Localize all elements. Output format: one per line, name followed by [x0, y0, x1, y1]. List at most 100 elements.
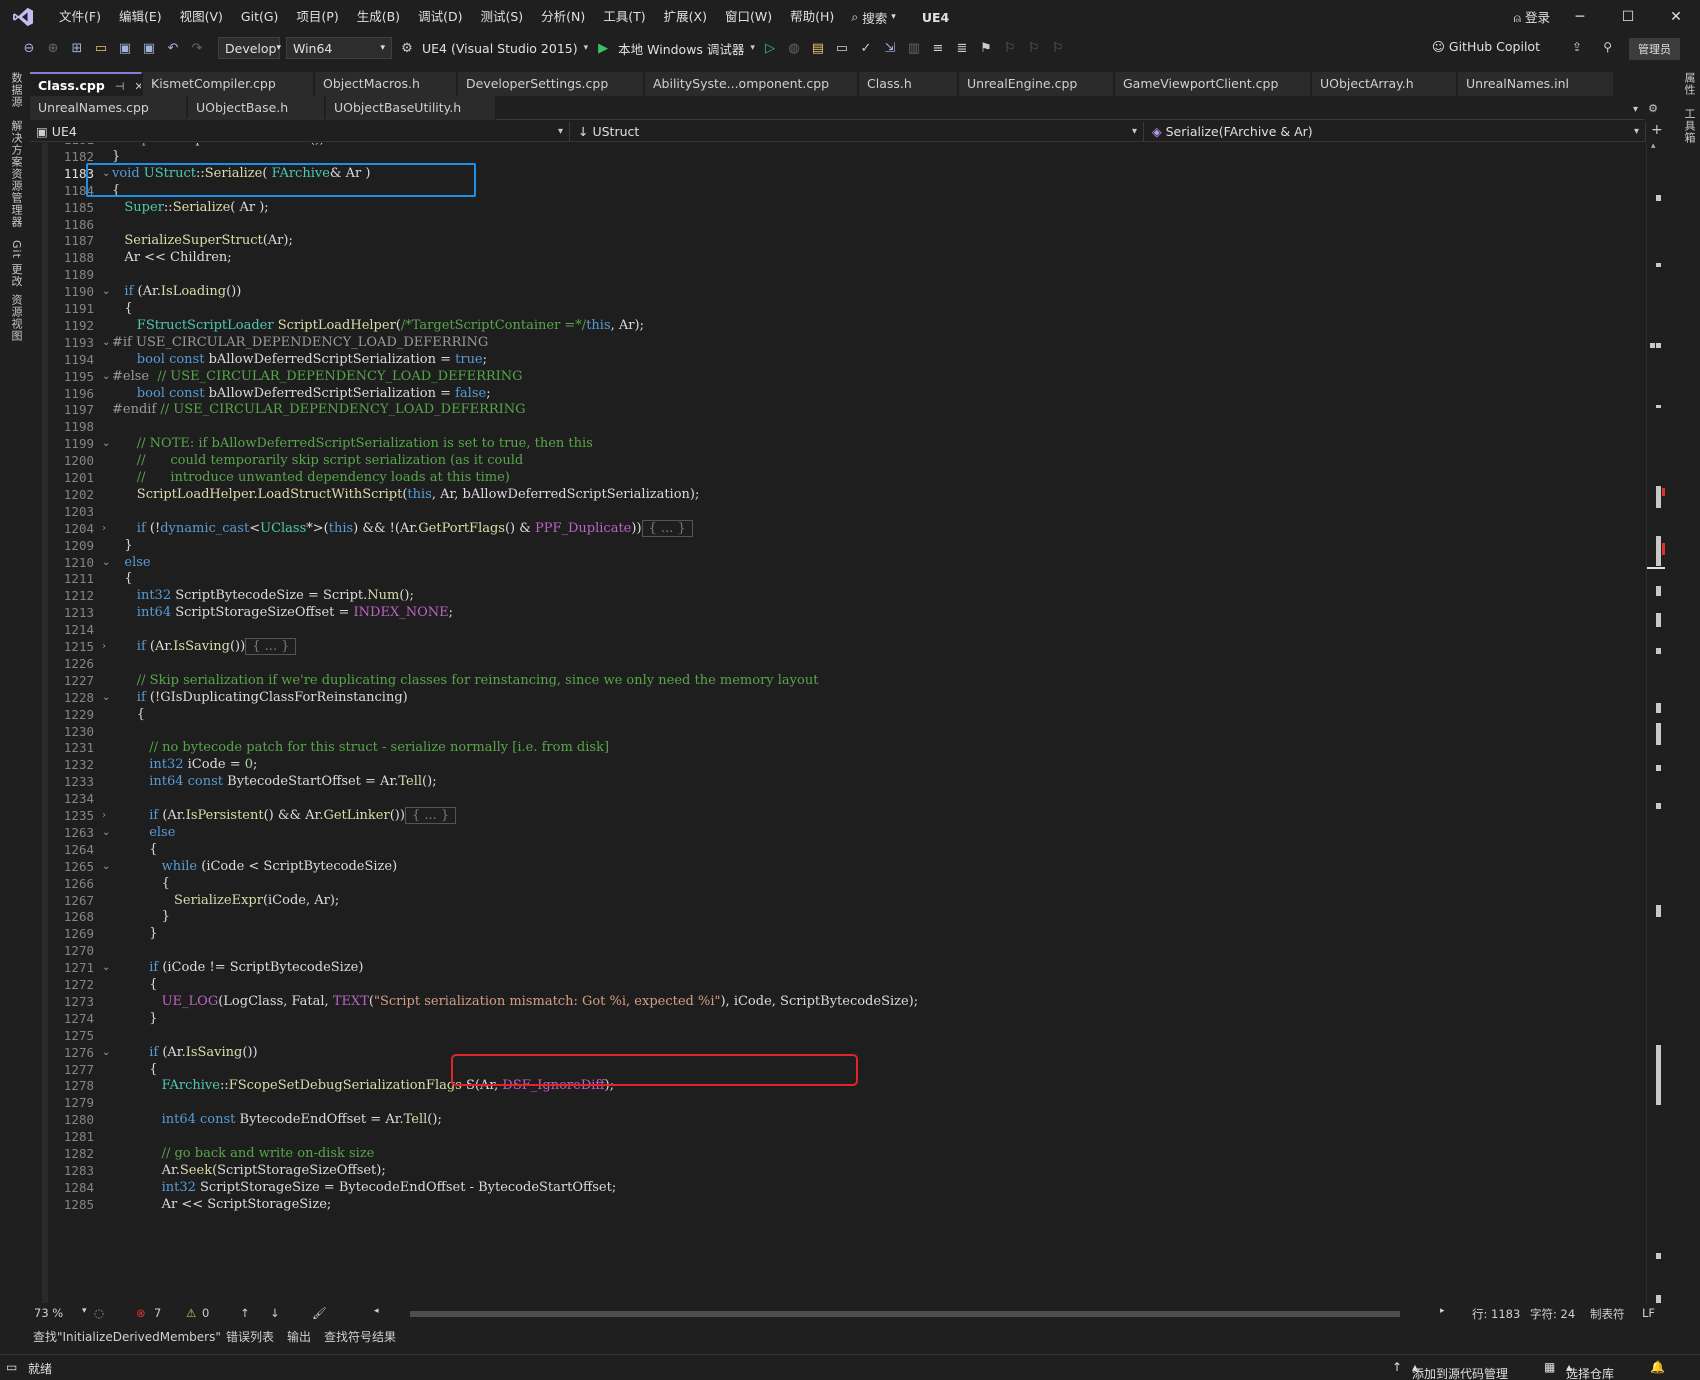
next-bookmark-icon[interactable]: ⚐: [1025, 39, 1043, 57]
datasource-tab[interactable]: 数据源: [8, 72, 24, 108]
tab-developersettings-cpp[interactable]: DeveloperSettings.cpp: [458, 72, 644, 96]
configuration-select[interactable]: Develop ▾: [218, 37, 281, 59]
close-window-button[interactable]: ✕: [1652, 0, 1700, 34]
code-line[interactable]: 1284 int32 ScriptStorageSize = BytecodeE…: [30, 1179, 1640, 1197]
fold-toggle-icon[interactable]: ⌄: [102, 368, 110, 386]
scroll-up-icon[interactable]: ▴: [1651, 141, 1656, 151]
tab-unrealnames-inl[interactable]: UnrealNames.inl: [1458, 72, 1614, 96]
fold-toggle-icon[interactable]: ›: [102, 638, 106, 656]
code-line[interactable]: 1281: [30, 1128, 1640, 1146]
collapsed-region[interactable]: { ... }: [641, 519, 693, 537]
tabs-indicator[interactable]: 制表符: [1590, 1306, 1625, 1322]
startup-project-select[interactable]: UE4 (Visual Studio 2015): [422, 41, 578, 56]
menu-item[interactable]: 扩展(X): [655, 0, 716, 34]
code-line[interactable]: 1196 bool const bAllowDeferredScriptSeri…: [30, 385, 1640, 403]
scroll-left-icon[interactable]: ◂: [374, 1306, 379, 1316]
code-line[interactable]: 1210 ⌄ else: [30, 554, 1640, 572]
menu-item[interactable]: 编辑(E): [110, 0, 171, 34]
eol-indicator[interactable]: LF: [1642, 1306, 1655, 1320]
code-line[interactable]: 1200 // could temporarily skip script se…: [30, 452, 1640, 470]
code-line[interactable]: 1197 #endif // USE_CIRCULAR_DEPENDENCY_LO…: [30, 401, 1640, 419]
menu-item[interactable]: 项目(P): [287, 0, 347, 34]
code-line[interactable]: 1201 // introduce unwanted dependency lo…: [30, 469, 1640, 487]
project-dropdown[interactable]: ▣ UE4 ▾: [30, 122, 570, 142]
code-line[interactable]: 1191 {: [30, 300, 1640, 318]
github-copilot-button[interactable]: ☺ GitHub Copilot: [1432, 39, 1540, 54]
line-indicator[interactable]: 行: 1183: [1472, 1306, 1520, 1322]
open-folder-icon[interactable]: ▭: [92, 39, 110, 57]
code-line[interactable]: 1267 SerializeExpr(iCode, Ar);: [30, 892, 1640, 910]
code-line[interactable]: 1204 › if (!dynamic_cast<UClass*>(this) &…: [30, 519, 1640, 538]
split-editor-icon[interactable]: +: [1651, 122, 1663, 138]
share-icon[interactable]: ⇪: [1572, 40, 1582, 54]
select-repository-button[interactable]: 选择仓库 ▴: [1566, 1360, 1614, 1380]
spell-check-icon[interactable]: ✓: [857, 39, 875, 57]
code-line[interactable]: 1235 › if (Ar.IsPersistent() && Ar.GetLin…: [30, 807, 1640, 825]
tab-find-symbol-results[interactable]: 查找符号结果: [324, 1328, 396, 1345]
properties-tab[interactable]: 属性: [1681, 72, 1697, 96]
code-line[interactable]: 1263 ⌄ else: [30, 824, 1640, 842]
menu-item[interactable]: 调试(D): [409, 0, 471, 34]
code-line[interactable]: 1185 Super::Serialize( Ar );: [30, 199, 1640, 217]
vertical-scrollbar[interactable]: ▴: [1646, 141, 1665, 1309]
tab-error-list[interactable]: 错误列表: [226, 1328, 274, 1345]
code-line[interactable]: 1272 {: [30, 976, 1640, 994]
menu-item[interactable]: 文件(F): [50, 0, 110, 34]
code-line[interactable]: 1266 {: [30, 875, 1640, 893]
code-line[interactable]: 1275: [30, 1027, 1640, 1045]
code-line[interactable]: 1194 bool const bAllowDeferredScriptSeri…: [30, 351, 1640, 369]
fold-toggle-icon[interactable]: ⌄: [102, 689, 110, 707]
layout-icon[interactable]: ▭: [833, 39, 851, 57]
code-line[interactable]: 1226: [30, 655, 1640, 673]
tab-unrealengine-cpp[interactable]: UnrealEngine.cpp: [959, 72, 1114, 96]
fold-toggle-icon[interactable]: ⌄: [102, 334, 110, 352]
new-item-icon[interactable]: ⊞: [68, 39, 86, 57]
toolbox-tab[interactable]: 工具箱: [1681, 108, 1697, 144]
fold-toggle-icon[interactable]: ⌄: [102, 283, 110, 301]
hot-reload-icon[interactable]: ◍: [785, 39, 803, 57]
code-line[interactable]: 1285 Ar << ScriptStorageSize;: [30, 1196, 1640, 1214]
code-line[interactable]: 1228 ⌄ if (!GIsDuplicatingClassForReinsta…: [30, 689, 1640, 707]
menu-item[interactable]: 窗口(W): [716, 0, 781, 34]
forward-icon[interactable]: ⊕: [44, 39, 62, 57]
menu-item[interactable]: 帮助(H): [781, 0, 843, 34]
code-line[interactable]: 1280 int64 const BytecodeEndOffset = Ar.…: [30, 1111, 1640, 1129]
fold-toggle-icon[interactable]: ⌄: [102, 858, 110, 876]
code-line[interactable]: 1269 }: [30, 925, 1640, 943]
code-editor[interactable]: 1181 Super::PrepareToEntireXXX();1182}11…: [30, 143, 1650, 1308]
fold-toggle-icon[interactable]: ⌄: [102, 959, 110, 977]
columns-icon[interactable]: ▥: [905, 39, 923, 57]
tab-uobjectarray-h[interactable]: UObjectArray.h: [1312, 72, 1457, 96]
outdent-icon[interactable]: ≣: [953, 39, 971, 57]
warning-icon[interactable]: ⚠: [186, 1306, 196, 1320]
intellicode-icon[interactable]: ◌: [94, 1306, 104, 1320]
menu-item[interactable]: Git(G): [232, 0, 288, 34]
code-line[interactable]: 1270: [30, 942, 1640, 960]
code-line[interactable]: 1227 // Skip serialization if we're dupl…: [30, 672, 1640, 690]
code-line[interactable]: 1230: [30, 723, 1640, 741]
code-line[interactable]: 1199 ⌄ // NOTE: if bAllowDeferredScriptSe…: [30, 435, 1640, 453]
solution-explorer-icon[interactable]: ▤: [809, 39, 827, 57]
fold-toggle-icon[interactable]: ›: [102, 807, 106, 825]
tab-kismetcompiler-cpp[interactable]: KismetCompiler.cpp: [143, 72, 314, 96]
code-line[interactable]: 1186: [30, 216, 1640, 234]
collapsed-region[interactable]: { ... }: [245, 638, 297, 655]
scope-dropdown[interactable]: ↓ UStruct ▾: [572, 122, 1144, 142]
code-line[interactable]: 1229 {: [30, 706, 1640, 724]
back-icon[interactable]: ⊖: [20, 39, 38, 57]
pin-icon[interactable]: ⊣: [115, 80, 125, 93]
step-icon[interactable]: ⇲: [881, 39, 899, 57]
feedback-icon[interactable]: ⚲: [1603, 40, 1612, 54]
clear-bookmarks-icon[interactable]: ⚐: [1049, 39, 1067, 57]
tab-objectmacros-h[interactable]: ObjectMacros.h: [315, 72, 457, 96]
code-line[interactable]: 1213 int64 ScriptStorageSizeOffset = IND…: [30, 604, 1640, 622]
code-line[interactable]: 1271 ⌄ if (iCode != ScriptBytecodeSize): [30, 959, 1640, 977]
notifications-icon[interactable]: 🔔: [1650, 1360, 1665, 1374]
tab-overflow-icon[interactable]: ▾: [1633, 104, 1638, 115]
resource-view-tab[interactable]: 资源视图: [8, 294, 24, 342]
tab-abilitysystem-component-cpp[interactable]: AbilitySyste...omponent.cpp: [645, 72, 858, 96]
login-button[interactable]: ⍝ 登录: [1513, 7, 1550, 26]
code-line[interactable]: 1193 ⌄ #if USE_CIRCULAR_DEPENDENCY_LOAD_DE…: [30, 334, 1640, 352]
code-line[interactable]: 1232 int32 iCode = 0;: [30, 756, 1640, 774]
code-line[interactable]: 1282 // go back and write on-disk size: [30, 1145, 1640, 1163]
